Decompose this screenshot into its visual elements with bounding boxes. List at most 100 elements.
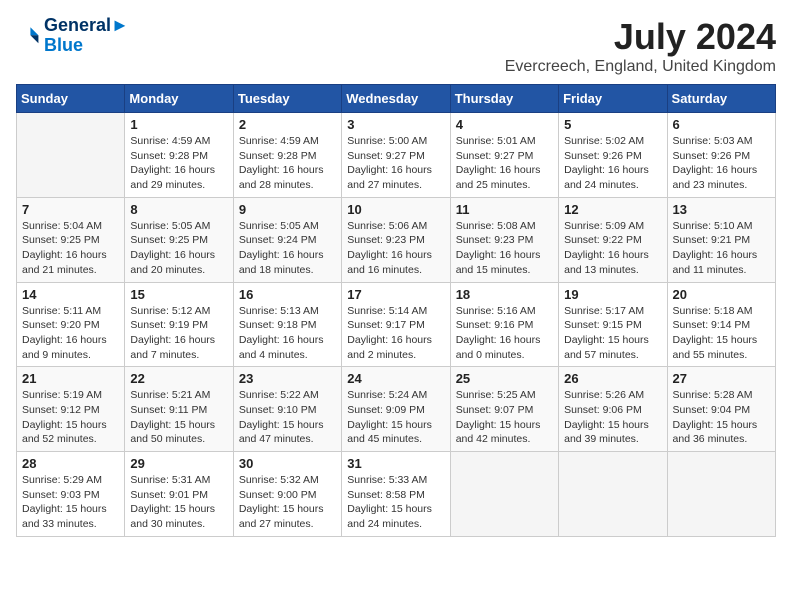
day-info: Sunrise: 5:22 AM Sunset: 9:10 PM Dayligh… [239,388,336,447]
day-number: 20 [673,287,770,302]
table-row: 16 Sunrise: 5:13 AM Sunset: 9:18 PM Dayli… [233,282,341,367]
table-row: 4 Sunrise: 5:01 AM Sunset: 9:27 PM Daylig… [450,113,558,198]
calendar-header-row: Sunday Monday Tuesday Wednesday Thursday… [17,85,776,113]
day-number: 14 [22,287,119,302]
table-row: 24Sunrise: 5:24 AM Sunset: 9:09 PM Dayli… [342,367,450,452]
day-number: 16 [239,287,336,302]
table-row: 10 Sunrise: 5:06 AM Sunset: 9:23 PM Dayli… [342,197,450,282]
table-row: 18Sunrise: 5:16 AM Sunset: 9:16 PM Dayli… [450,282,558,367]
day-info: Sunrise: 5:33 AM Sunset: 8:58 PM Dayligh… [347,473,444,532]
day-info: Sunrise: 5:25 AM Sunset: 9:07 PM Dayligh… [456,388,553,447]
header-monday: Monday [125,85,233,113]
day-info: Sunrise: 5:28 AM Sunset: 9:04 PM Dayligh… [673,388,770,447]
table-row: 8Sunrise: 5:05 AM Sunset: 9:25 PM Daylig… [125,197,233,282]
day-info: Sunrise: 5:32 AM Sunset: 9:00 PM Dayligh… [239,473,336,532]
day-info: Sunrise: 5:02 AM Sunset: 9:26 PM Dayligh… [564,134,661,193]
calendar-week-row: 1Sunrise: 4:59 AM Sunset: 9:28 PM Daylig… [17,113,776,198]
day-info: Sunrise: 5:05 AM Sunset: 9:25 PM Dayligh… [130,219,227,278]
table-row: 1Sunrise: 4:59 AM Sunset: 9:28 PM Daylig… [125,113,233,198]
day-info: Sunrise: 5:06 AM Sunset: 9:23 PM Dayligh… [347,219,444,278]
day-info: Sunrise: 5:01 AM Sunset: 9:27 PM Dayligh… [456,134,553,193]
day-info: Sunrise: 5:04 AM Sunset: 9:25 PM Dayligh… [22,219,119,278]
day-number: 10 [347,202,444,217]
day-number: 1 [130,117,227,132]
day-info: Sunrise: 5:11 AM Sunset: 9:20 PM Dayligh… [22,304,119,363]
day-number: 23 [239,371,336,386]
table-row: 25Sunrise: 5:25 AM Sunset: 9:07 PM Dayli… [450,367,558,452]
calendar-week-row: 21 Sunrise: 5:19 AM Sunset: 9:12 PM Dayli… [17,367,776,452]
day-number: 11 [456,202,553,217]
table-row: 15 Sunrise: 5:12 AM Sunset: 9:19 PM Dayli… [125,282,233,367]
day-number: 26 [564,371,661,386]
day-info: Sunrise: 5:19 AM Sunset: 9:12 PM Dayligh… [22,388,119,447]
day-info: Sunrise: 5:16 AM Sunset: 9:16 PM Dayligh… [456,304,553,363]
day-info: Sunrise: 5:10 AM Sunset: 9:21 PM Dayligh… [673,219,770,278]
day-info: Sunrise: 5:09 AM Sunset: 9:22 PM Dayligh… [564,219,661,278]
table-row [667,452,775,537]
day-info: Sunrise: 5:24 AM Sunset: 9:09 PM Dayligh… [347,388,444,447]
table-row: 12 Sunrise: 5:09 AM Sunset: 9:22 PM Dayli… [559,197,667,282]
day-number: 13 [673,202,770,217]
day-info: Sunrise: 5:08 AM Sunset: 9:23 PM Dayligh… [456,219,553,278]
day-number: 15 [130,287,227,302]
day-info: Sunrise: 5:17 AM Sunset: 9:15 PM Dayligh… [564,304,661,363]
table-row: 20 Sunrise: 5:18 AM Sunset: 9:14 PM Dayli… [667,282,775,367]
table-row: 28 Sunrise: 5:29 AM Sunset: 9:03 PM Dayli… [17,452,125,537]
day-number: 27 [673,371,770,386]
header-saturday: Saturday [667,85,775,113]
day-info: Sunrise: 5:00 AM Sunset: 9:27 PM Dayligh… [347,134,444,193]
day-number: 12 [564,202,661,217]
logo: General► Blue [16,16,129,56]
day-number: 4 [456,117,553,132]
day-number: 5 [564,117,661,132]
day-number: 29 [130,456,227,471]
table-row: 27 Sunrise: 5:28 AM Sunset: 9:04 PM Dayli… [667,367,775,452]
table-row [559,452,667,537]
day-info: Sunrise: 5:03 AM Sunset: 9:26 PM Dayligh… [673,134,770,193]
calendar-week-row: 28 Sunrise: 5:29 AM Sunset: 9:03 PM Dayli… [17,452,776,537]
table-row: 5 Sunrise: 5:02 AM Sunset: 9:26 PM Daylig… [559,113,667,198]
header: General► Blue July 2024 Evercreech, Engl… [16,16,776,76]
day-info: Sunrise: 5:31 AM Sunset: 9:01 PM Dayligh… [130,473,227,532]
day-number: 3 [347,117,444,132]
table-row: 17Sunrise: 5:14 AM Sunset: 9:17 PM Dayli… [342,282,450,367]
logo-icon [16,24,40,48]
day-number: 28 [22,456,119,471]
table-row: 31 Sunrise: 5:33 AM Sunset: 8:58 PM Dayli… [342,452,450,537]
table-row: 23 Sunrise: 5:22 AM Sunset: 9:10 PM Dayli… [233,367,341,452]
table-row [450,452,558,537]
table-row: 9 Sunrise: 5:05 AM Sunset: 9:24 PM Daylig… [233,197,341,282]
day-info: Sunrise: 5:13 AM Sunset: 9:18 PM Dayligh… [239,304,336,363]
header-tuesday: Tuesday [233,85,341,113]
header-thursday: Thursday [450,85,558,113]
table-row: 29 Sunrise: 5:31 AM Sunset: 9:01 PM Dayli… [125,452,233,537]
calendar-week-row: 7Sunrise: 5:04 AM Sunset: 9:25 PM Daylig… [17,197,776,282]
day-info: Sunrise: 5:18 AM Sunset: 9:14 PM Dayligh… [673,304,770,363]
day-info: Sunrise: 5:05 AM Sunset: 9:24 PM Dayligh… [239,219,336,278]
day-number: 9 [239,202,336,217]
table-row: 22Sunrise: 5:21 AM Sunset: 9:11 PM Dayli… [125,367,233,452]
day-number: 21 [22,371,119,386]
day-info: Sunrise: 5:26 AM Sunset: 9:06 PM Dayligh… [564,388,661,447]
calendar-week-row: 14 Sunrise: 5:11 AM Sunset: 9:20 PM Dayli… [17,282,776,367]
table-row: 21 Sunrise: 5:19 AM Sunset: 9:12 PM Dayli… [17,367,125,452]
calendar-table: Sunday Monday Tuesday Wednesday Thursday… [16,84,776,537]
table-row: 19Sunrise: 5:17 AM Sunset: 9:15 PM Dayli… [559,282,667,367]
table-row: 14 Sunrise: 5:11 AM Sunset: 9:20 PM Dayli… [17,282,125,367]
day-info: Sunrise: 5:29 AM Sunset: 9:03 PM Dayligh… [22,473,119,532]
day-number: 31 [347,456,444,471]
logo-text: General► Blue [44,16,129,56]
table-row: 3 Sunrise: 5:00 AM Sunset: 9:27 PM Daylig… [342,113,450,198]
table-row [17,113,125,198]
day-info: Sunrise: 5:12 AM Sunset: 9:19 PM Dayligh… [130,304,227,363]
table-row: 7Sunrise: 5:04 AM Sunset: 9:25 PM Daylig… [17,197,125,282]
title-area: July 2024 Evercreech, England, United Ki… [505,16,776,76]
table-row: 2Sunrise: 4:59 AM Sunset: 9:28 PM Daylig… [233,113,341,198]
day-number: 2 [239,117,336,132]
table-row: 11 Sunrise: 5:08 AM Sunset: 9:23 PM Dayli… [450,197,558,282]
month-year-title: July 2024 [505,16,776,58]
header-wednesday: Wednesday [342,85,450,113]
table-row: 13 Sunrise: 5:10 AM Sunset: 9:21 PM Dayli… [667,197,775,282]
header-friday: Friday [559,85,667,113]
table-row: 6Sunrise: 5:03 AM Sunset: 9:26 PM Daylig… [667,113,775,198]
